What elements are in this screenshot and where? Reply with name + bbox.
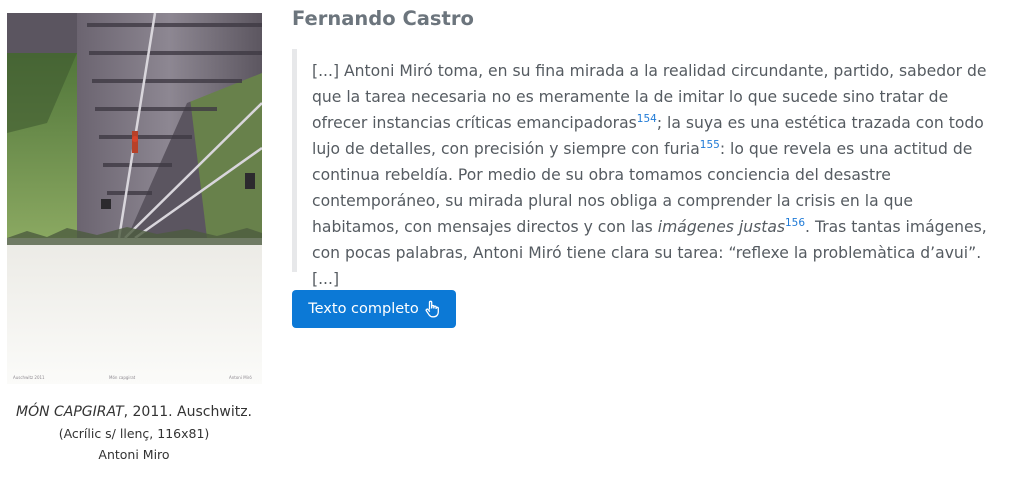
artwork-caption: MÓN CAPGIRAT, 2011. Auschwitz. (Acrílic …: [0, 402, 268, 465]
caption-line-title: MÓN CAPGIRAT, 2011. Auschwitz.: [0, 402, 268, 423]
caption-year-place: , 2011. Auschwitz.: [123, 404, 252, 420]
full-text-button-label: Texto completo: [308, 301, 419, 317]
artwork-signature-center: Món capgirat: [109, 375, 136, 380]
quote-text: [...] Antoni Miró toma, en su fina mirad…: [312, 58, 992, 292]
caption-title: MÓN CAPGIRAT: [15, 404, 124, 420]
artwork-signature-left: Auschwitz 2011: [13, 375, 45, 380]
quote-block: [...] Antoni Miró toma, en su fina mirad…: [292, 49, 992, 288]
footnote-ref-156[interactable]: 156: [785, 217, 805, 229]
quote-emphasis: imágenes justas: [657, 218, 785, 236]
hand-pointer-icon: [424, 300, 440, 318]
artwork-signature-right: Antoni Miró: [229, 375, 252, 380]
caption-artist: Antoni Miro: [98, 447, 170, 462]
author-name: Fernando Castro: [292, 7, 474, 30]
footnote-ref-155[interactable]: 155: [700, 139, 720, 151]
full-text-button[interactable]: Texto completo: [292, 290, 456, 328]
artwork-image: Auschwitz 2011 Món capgirat Antoni Miró: [7, 13, 262, 384]
footnote-ref-154[interactable]: 154: [637, 113, 657, 125]
caption-medium: (Acrílic s/ llenç, 116x81): [58, 426, 210, 441]
artwork-painting: Auschwitz 2011 Món capgirat Antoni Miró: [7, 13, 262, 384]
